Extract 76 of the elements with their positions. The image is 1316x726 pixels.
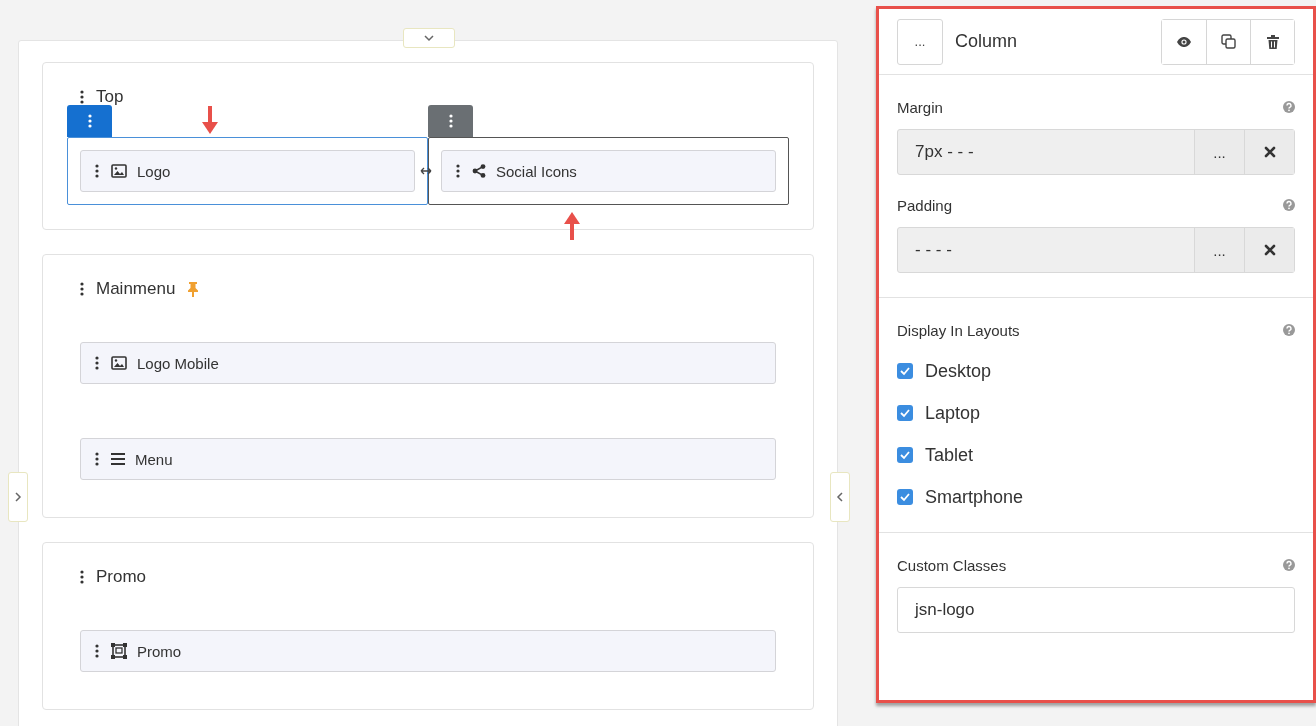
drag-handle-icon [456, 164, 460, 178]
layout-column[interactable]: Social Icons [428, 137, 789, 205]
field-label: Margin [897, 98, 943, 116]
drag-handle-icon [95, 644, 99, 658]
image-icon [111, 164, 127, 178]
checkbox[interactable] [897, 405, 913, 421]
content-block[interactable]: Social Icons [441, 150, 776, 192]
more-button[interactable]: ... [897, 18, 943, 65]
help-icon [1283, 324, 1295, 336]
check-icon [900, 450, 910, 460]
resize-arrows-icon[interactable] [420, 167, 432, 175]
checkbox-label: Tablet [925, 444, 974, 466]
content-block[interactable]: Menu [80, 438, 776, 480]
drag-handle-icon [80, 282, 84, 296]
field-label: Display In Layouts [897, 321, 1020, 339]
checkbox-label: Smartphone [925, 486, 1024, 508]
row-title: Top [96, 87, 124, 107]
drag-handle-icon [448, 114, 453, 128]
checkbox-label: Laptop [925, 402, 981, 424]
content-block[interactable]: Promo [80, 630, 776, 672]
column-handle[interactable] [428, 105, 473, 137]
chevron-icon [424, 33, 434, 43]
content-block[interactable]: Logo Mobile [80, 342, 776, 384]
eye-icon [1177, 35, 1191, 48]
panel-title: Column [955, 31, 1019, 52]
menu-icon [111, 452, 125, 466]
block-label: Logo Mobile [137, 354, 219, 372]
layout-column[interactable]: Logo [67, 137, 428, 205]
check-icon [900, 408, 910, 418]
block-label: Logo [137, 162, 171, 180]
block-label: Social Icons [496, 162, 577, 180]
checkbox-label: Desktop [925, 360, 992, 382]
close-icon [1263, 244, 1276, 256]
image-icon [111, 356, 127, 370]
drag-handle-icon [80, 90, 84, 104]
more-button[interactable]: ... [1194, 130, 1244, 174]
share-icon [472, 164, 486, 178]
help-icon [1283, 559, 1295, 571]
field-label: Padding [897, 196, 953, 214]
column-handle[interactable] [67, 105, 112, 137]
more-button[interactable]: ... [1194, 228, 1244, 272]
close-icon [1263, 146, 1276, 158]
check-icon [900, 366, 910, 376]
drag-handle-icon [95, 164, 99, 178]
drag-handle-icon [80, 570, 84, 584]
checkbox[interactable] [897, 489, 913, 505]
clear-button[interactable] [1244, 130, 1294, 174]
block-label: Menu [135, 450, 173, 468]
clear-button[interactable] [1244, 228, 1294, 272]
copy-icon [1221, 34, 1236, 49]
arrow-annotation [564, 212, 580, 240]
expand-button[interactable] [8, 472, 28, 522]
field-label: Custom Classes [897, 556, 1007, 574]
drag-handle-icon [95, 452, 99, 466]
block-label: Promo [137, 642, 182, 660]
collapse-button[interactable] [403, 28, 455, 48]
delete-button[interactable] [1250, 19, 1294, 64]
row-title: Promo [96, 567, 147, 587]
drag-handle-icon [95, 356, 99, 370]
row-title: Mainmenu [96, 279, 176, 299]
input-field[interactable]: jsn-logo [897, 587, 1295, 633]
arrow-annotation [202, 106, 218, 134]
help-icon [1283, 101, 1295, 113]
help-icon [1283, 199, 1295, 211]
spacing-field[interactable]: 7px - - - ... [897, 129, 1295, 175]
expand-button[interactable] [830, 472, 850, 522]
drag-handle-icon [87, 114, 92, 128]
chevron-icon [835, 492, 845, 502]
spacing-field[interactable]: - - - - ... [897, 227, 1295, 273]
checkbox[interactable] [897, 363, 913, 379]
crop-frame-icon [111, 643, 127, 659]
check-icon [900, 492, 910, 502]
checkbox[interactable] [897, 447, 913, 463]
content-block[interactable]: Logo [80, 150, 415, 192]
trash-icon [1266, 34, 1279, 49]
chevron-icon [13, 492, 23, 502]
